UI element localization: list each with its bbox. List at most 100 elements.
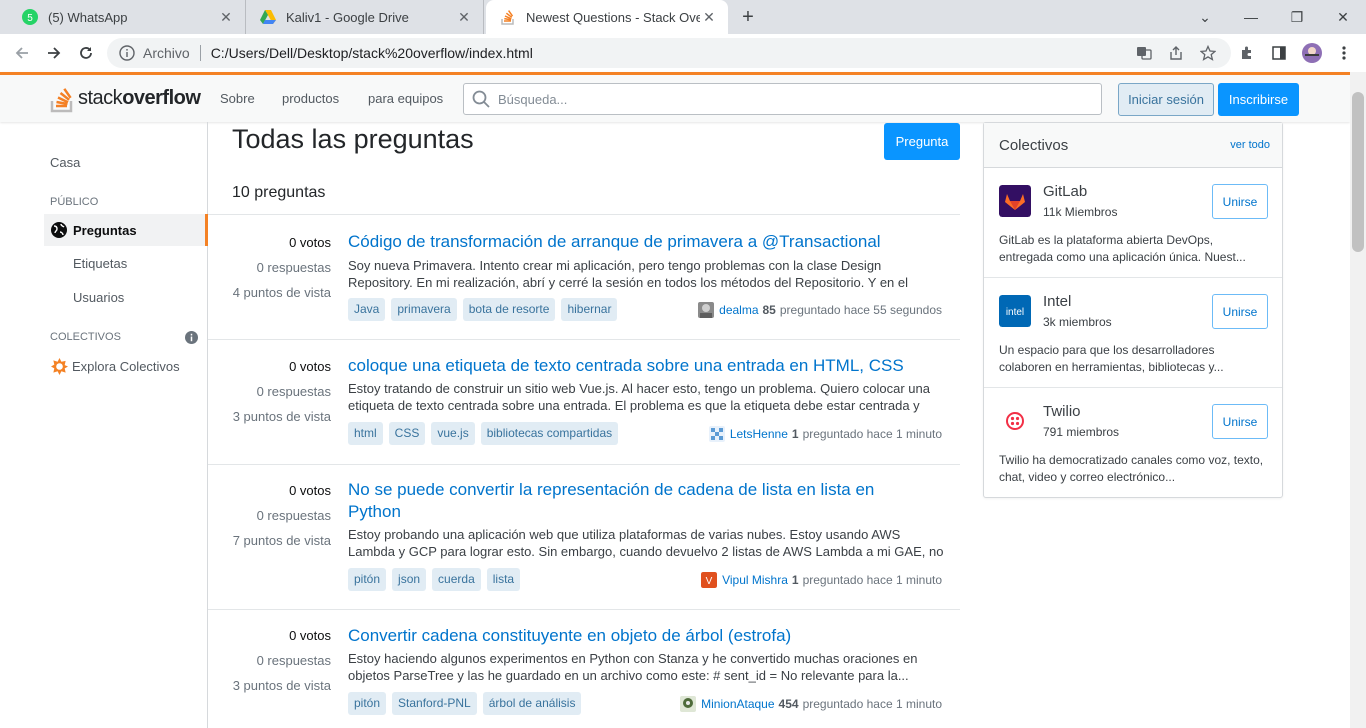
info-icon[interactable] — [119, 45, 135, 61]
question-meta: MinionAtaque 454 preguntado hace 1 minut… — [680, 696, 942, 712]
question-title-link[interactable]: coloque una etiqueta de texto centrada s… — [348, 355, 908, 377]
nav-about[interactable]: Sobre — [220, 91, 255, 106]
question-title-link[interactable]: Código de transformación de arranque de … — [348, 231, 908, 253]
back-button[interactable] — [10, 41, 34, 65]
tab-google-drive[interactable]: Kaliv1 - Google Drive ✕ — [246, 0, 484, 34]
collective-description: Twilio ha democratizado canales como voz… — [999, 453, 1264, 484]
question-meta: LetsHenne 1 preguntado hace 1 minuto — [708, 426, 942, 442]
url-text[interactable]: C:/Users/Dell/Desktop/stack%20overflow/i… — [211, 45, 533, 61]
see-all-link[interactable]: ver todo — [1230, 139, 1270, 151]
search-input[interactable] — [498, 91, 1078, 107]
collective-description: GitLab es la plataforma abierta DevOps, … — [999, 233, 1246, 264]
back-arrow-icon — [15, 47, 28, 59]
tag-link[interactable]: primavera — [391, 298, 457, 321]
close-window-button[interactable]: ✕ — [1320, 0, 1366, 34]
join-button[interactable]: Unirse — [1212, 404, 1268, 439]
join-button[interactable]: Unirse — [1212, 294, 1268, 329]
join-button[interactable]: Unirse — [1212, 184, 1268, 219]
tag-link[interactable]: bibliotecas compartidas — [480, 422, 619, 445]
forward-button[interactable] — [42, 41, 66, 65]
user-link[interactable]: Vipul Mishra — [722, 573, 788, 587]
whatsapp-icon: 5 — [22, 9, 38, 25]
question-stats: 0 votos 0 respuestas 3 puntos de vista — [208, 354, 331, 429]
gitlab-logo-icon[interactable] — [999, 185, 1031, 217]
tag-link[interactable]: Stanford-PNL — [392, 692, 477, 715]
reload-button[interactable] — [74, 41, 98, 65]
new-tab-button[interactable]: + — [737, 6, 759, 28]
tag-link[interactable]: CSS — [388, 422, 426, 445]
signup-button[interactable]: Inscribirse — [1218, 83, 1299, 116]
tag-link[interactable]: json — [392, 568, 427, 591]
globe-icon — [51, 222, 67, 238]
tag-link[interactable]: cuerda — [432, 568, 481, 591]
sidebar-item-users[interactable]: Usuarios — [73, 290, 124, 305]
nav-for-teams[interactable]: para equipos — [368, 91, 443, 106]
tag-link[interactable]: lista — [486, 568, 521, 591]
collective-name[interactable]: Intel — [1043, 293, 1071, 310]
minimize-button[interactable]: — — [1228, 0, 1274, 34]
tag-link[interactable]: bota de resorte — [462, 298, 556, 321]
share-icon[interactable] — [1166, 43, 1186, 63]
close-icon[interactable]: ✕ — [455, 9, 473, 26]
collectives-header: Colectivos ver todo — [984, 123, 1282, 168]
site-search[interactable] — [463, 83, 1102, 115]
collective-item-twilio: Twilio 791 miembros Unirse Twilio ha dem… — [984, 388, 1282, 498]
sidebar-item-explore-collectives[interactable]: Explora Colectivos — [72, 359, 180, 374]
address-bar[interactable]: Archivo C:/Users/Dell/Desktop/stack%20ov… — [107, 38, 1231, 68]
tab-whatsapp[interactable]: 5 (5) WhatsApp ✕ — [8, 0, 246, 34]
sidebar-item-questions[interactable]: Preguntas — [44, 214, 208, 246]
intel-logo-icon[interactable]: intel — [999, 295, 1031, 327]
user-link[interactable]: dealma — [719, 303, 758, 317]
maximize-button[interactable]: ❐ — [1274, 0, 1320, 34]
asked-time: preguntado hace 1 minuto — [802, 573, 942, 587]
question-title-link[interactable]: Convertir cadena constituyente en objeto… — [348, 625, 908, 647]
tab-title: Kaliv1 - Google Drive — [286, 9, 409, 25]
tag-link[interactable]: Java — [348, 298, 386, 321]
avatar[interactable]: V — [701, 572, 718, 588]
sidebar-item-tags[interactable]: Etiquetas — [73, 256, 127, 271]
collective-name[interactable]: Twilio — [1043, 403, 1081, 420]
tag-link[interactable]: html — [348, 422, 383, 445]
avatar[interactable] — [680, 696, 697, 712]
scrollbar-thumb[interactable] — [1352, 92, 1364, 252]
sidebar-item-home[interactable]: Casa — [50, 155, 80, 170]
menu-kebab-icon[interactable] — [1334, 43, 1354, 63]
asked-time: preguntado hace 55 segundos — [779, 303, 942, 317]
tag-link[interactable]: pitón — [348, 692, 387, 715]
side-panel-icon[interactable] — [1269, 43, 1289, 63]
reload-icon — [80, 47, 92, 59]
tag-link[interactable]: pitón — [348, 568, 387, 591]
answer-count: 0 respuestas — [256, 384, 331, 399]
question-summary: 0 votos 0 respuestas 3 puntos de vista C… — [208, 610, 960, 728]
info-icon[interactable] — [185, 331, 198, 344]
site-logo[interactable]: stackoverflow — [50, 83, 201, 113]
question-count: 10 preguntas — [232, 184, 326, 201]
tag-link[interactable]: vue.js — [431, 422, 475, 445]
close-icon[interactable]: ✕ — [700, 9, 718, 26]
avatar[interactable] — [698, 302, 715, 318]
question-summary: 0 votos 0 respuestas 3 puntos de vista c… — [208, 340, 960, 465]
twilio-logo-icon[interactable] — [999, 405, 1031, 437]
profile-avatar[interactable] — [1302, 43, 1322, 63]
ask-question-button[interactable]: Pregunta — [884, 123, 960, 160]
extensions-puzzle-icon[interactable] — [1237, 43, 1257, 63]
divider — [199, 45, 201, 61]
tab-search-chevron-icon[interactable]: ⌄ — [1182, 0, 1228, 34]
avatar[interactable] — [708, 426, 725, 442]
left-sidebar: Casa PÚBLICO Preguntas Etiquetas Usuario… — [0, 122, 208, 728]
collective-members: 791 miembros — [1043, 425, 1120, 439]
tab-stackoverflow[interactable]: Newest Questions - Stack Overflow ✕ — [486, 0, 728, 34]
tag-link[interactable]: árbol de análisis — [482, 692, 582, 715]
user-link[interactable]: LetsHenne — [730, 427, 788, 441]
login-button[interactable]: Iniciar sesión — [1118, 83, 1214, 116]
site-header: stackoverflow Sobre productos para equip… — [0, 72, 1350, 122]
user-link[interactable]: MinionAtaque — [701, 697, 774, 711]
tag-link[interactable]: hibernar — [561, 298, 618, 321]
translate-icon[interactable] — [1134, 43, 1154, 63]
bookmark-star-icon[interactable] — [1198, 43, 1218, 63]
collective-item-gitlab: GitLab 11k Miembros Unirse GitLab es la … — [984, 168, 1282, 278]
close-icon[interactable]: ✕ — [217, 9, 235, 26]
collective-name[interactable]: GitLab — [1043, 183, 1087, 200]
nav-products[interactable]: productos — [282, 91, 339, 106]
question-title-link[interactable]: No se puede convertir la representación … — [348, 479, 888, 523]
